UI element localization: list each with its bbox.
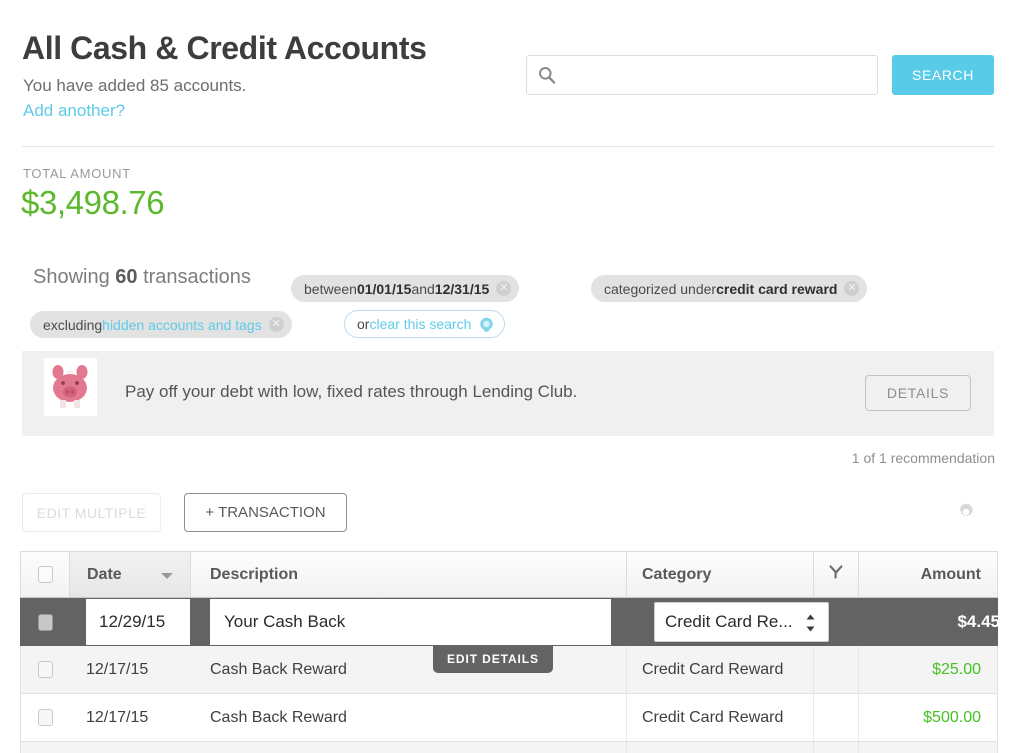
chip-excluding-link[interactable]: hidden accounts and tags bbox=[102, 317, 262, 333]
amount-edit-value[interactable]: $4.45 bbox=[878, 598, 1018, 646]
chip-date-mid: and bbox=[411, 280, 435, 297]
total-amount-label: TOTAL AMOUNT bbox=[23, 166, 131, 181]
row-date bbox=[69, 742, 191, 753]
description-edit-cell[interactable] bbox=[210, 599, 645, 645]
row-amount: $25.00 bbox=[932, 660, 981, 678]
row-split[interactable] bbox=[813, 742, 859, 753]
edit-multiple-button[interactable]: EDIT MULTIPLE bbox=[22, 493, 161, 532]
row-description[interactable]: Cash Back Reward bbox=[191, 646, 626, 693]
header-divider bbox=[22, 146, 994, 147]
table-row-editing[interactable]: Credit Card Re... $4.45 bbox=[20, 598, 1000, 646]
chip-date-start: 01/01/15 bbox=[356, 280, 412, 297]
date-edit-cell[interactable] bbox=[69, 599, 191, 645]
remove-date-filter-icon[interactable]: ✕ bbox=[496, 281, 512, 296]
chip-date-end: 12/31/15 bbox=[434, 280, 490, 297]
showing-suffix: transactions bbox=[137, 266, 251, 288]
search-container bbox=[526, 55, 878, 95]
column-header-date[interactable]: Date bbox=[69, 552, 191, 597]
edit-details-tab[interactable]: EDIT DETAILS bbox=[433, 646, 553, 673]
showing-transactions-text: Showing 60 transactions bbox=[33, 266, 251, 289]
column-header-split[interactable] bbox=[813, 552, 859, 597]
select-all-checkbox[interactable] bbox=[37, 566, 53, 583]
add-transaction-button[interactable]: + TRANSACTION bbox=[184, 493, 347, 532]
chip-category-prefix: categorized under bbox=[604, 280, 717, 297]
table-row[interactable]: 12/17/15 Cash Back Reward Credit Card Re… bbox=[20, 694, 998, 742]
search-icon bbox=[538, 66, 556, 84]
remove-category-filter-icon[interactable]: ✕ bbox=[844, 281, 860, 296]
category-select[interactable]: Credit Card Re... bbox=[654, 602, 829, 642]
row-checkbox[interactable] bbox=[37, 661, 53, 678]
clear-search-badge-icon bbox=[478, 316, 495, 333]
row-amount: $500.00 bbox=[923, 708, 981, 726]
table-row[interactable] bbox=[20, 742, 998, 753]
recommendation-text: Pay off your debt with low, fixed rates … bbox=[125, 382, 578, 401]
row-select-cell[interactable] bbox=[21, 598, 69, 646]
row-checkbox[interactable] bbox=[37, 613, 53, 631]
row-category[interactable]: Credit Card Reward bbox=[626, 646, 813, 693]
filter-chip-excluding[interactable]: excluding hidden accounts and tags ✕ bbox=[30, 311, 292, 338]
recommendation-details-button[interactable]: DETAILS bbox=[865, 375, 971, 411]
page-title: All Cash & Credit Accounts bbox=[22, 30, 427, 66]
filter-chip-category[interactable]: categorized under credit card reward ✕ bbox=[591, 275, 868, 302]
description-input[interactable] bbox=[210, 599, 611, 645]
remove-excluding-filter-icon[interactable]: ✕ bbox=[268, 317, 284, 332]
select-all-cell[interactable] bbox=[21, 552, 69, 597]
row-description[interactable] bbox=[191, 742, 626, 753]
column-header-date-label: Date bbox=[87, 565, 122, 583]
search-input[interactable] bbox=[561, 56, 871, 94]
column-header-category[interactable]: Category bbox=[626, 552, 813, 597]
row-category[interactable] bbox=[626, 742, 813, 753]
chip-category-value: credit card reward bbox=[716, 280, 838, 297]
row-split[interactable] bbox=[813, 694, 859, 741]
clear-search-link[interactable]: clear this search bbox=[369, 316, 471, 332]
table-header-row: Date Description Category Amount bbox=[20, 551, 998, 598]
recommendation-banner: Pay off your debt with low, fixed rates … bbox=[22, 351, 994, 436]
transactions-page: All Cash & Credit Accounts You have adde… bbox=[0, 0, 1024, 753]
date-input[interactable] bbox=[86, 599, 190, 645]
accounts-count-text: You have added 85 accounts. bbox=[23, 76, 247, 95]
recommendation-count: 1 of 1 recommendation bbox=[851, 450, 995, 466]
row-category[interactable]: Credit Card Reward bbox=[626, 694, 813, 741]
stepper-updown-icon[interactable] bbox=[805, 613, 816, 633]
column-header-amount[interactable]: Amount bbox=[859, 552, 999, 597]
chevron-down-icon[interactable] bbox=[161, 573, 173, 579]
row-amount bbox=[859, 742, 999, 753]
showing-prefix: Showing bbox=[33, 266, 116, 288]
chip-excluding-prefix: excluding bbox=[43, 316, 103, 333]
row-date: 12/17/15 bbox=[86, 708, 149, 726]
chip-date-prefix: between bbox=[304, 280, 357, 297]
gear-icon[interactable] bbox=[955, 501, 977, 523]
row-split[interactable] bbox=[813, 646, 859, 693]
row-date: 12/17/15 bbox=[86, 660, 149, 678]
category-select-value: Credit Card Re... bbox=[665, 612, 793, 631]
piggy-bank-icon bbox=[44, 358, 97, 416]
row-select-cell[interactable] bbox=[21, 694, 69, 741]
split-cell[interactable] bbox=[832, 598, 878, 646]
clear-search-prefix: or bbox=[357, 316, 370, 332]
filter-chip-date-range[interactable]: between 01/01/15 and 12/31/15 ✕ bbox=[291, 275, 520, 302]
column-header-description[interactable]: Description bbox=[191, 552, 626, 597]
row-description[interactable]: Cash Back Reward bbox=[191, 694, 626, 741]
search-button[interactable]: SEARCH bbox=[892, 55, 994, 95]
showing-count: 60 bbox=[115, 266, 138, 288]
add-another-link[interactable]: Add another? bbox=[23, 101, 125, 121]
page-header: All Cash & Credit Accounts You have adde… bbox=[0, 0, 1024, 147]
row-checkbox[interactable] bbox=[37, 709, 53, 726]
split-icon bbox=[828, 564, 844, 585]
total-amount-value: $3,498.76 bbox=[21, 184, 165, 221]
row-select-cell[interactable] bbox=[21, 742, 69, 753]
category-edit-cell[interactable]: Credit Card Re... bbox=[645, 602, 832, 642]
row-select-cell[interactable] bbox=[21, 646, 69, 693]
search-box[interactable] bbox=[526, 55, 878, 95]
clear-search-chip[interactable]: or clear this search bbox=[344, 310, 506, 338]
